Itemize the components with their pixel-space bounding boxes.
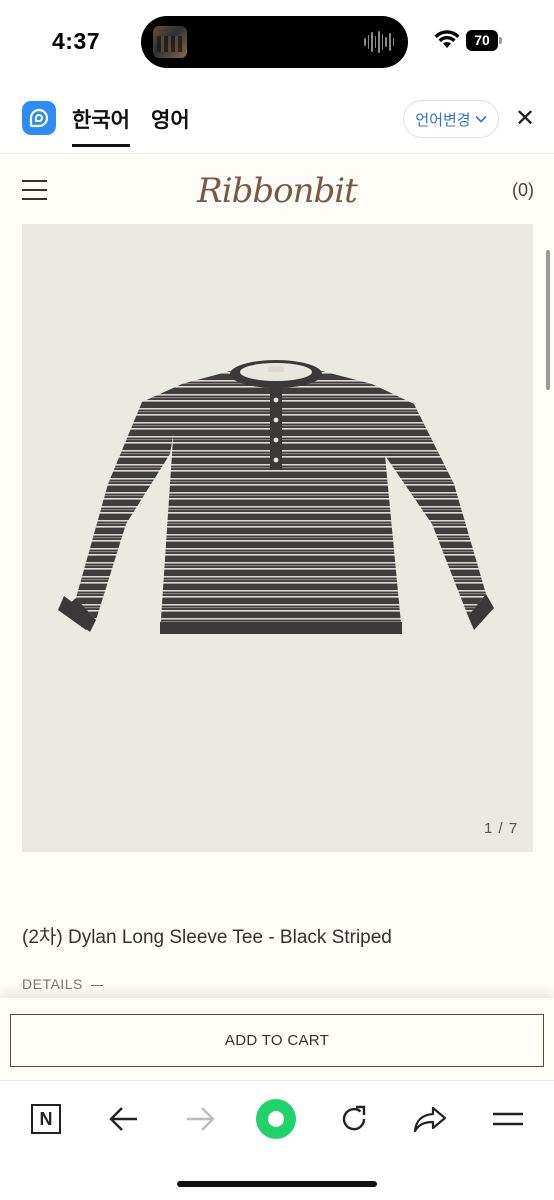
reload-icon [342,1105,366,1131]
chevron-down-icon [475,115,487,123]
status-bar: 4:37 70 [0,0,554,82]
striped-tee-image [58,360,494,634]
menu-icon [493,1112,523,1126]
papago-icon[interactable] [22,101,56,135]
battery-icon: 70 [466,30,502,51]
album-art-icon [153,26,187,58]
product-image[interactable]: 1 / 7 [22,224,533,852]
back-button[interactable] [104,1099,144,1139]
product-title: (2차) Dylan Long Sleeve Tee - Black Strip… [22,927,392,948]
image-counter: 1 / 7 [484,820,519,837]
green-dot-icon [256,1099,296,1139]
site-logo[interactable]: Ribbonbit [190,160,364,222]
forward-arrow-icon [187,1107,215,1131]
collapse-dash-icon [90,984,103,986]
translation-bar: 한국어 영어 언어변경 ✕ [0,82,554,154]
close-icon[interactable]: ✕ [512,106,538,132]
add-to-cart-button[interactable]: ADD TO CART [10,1014,544,1067]
naver-home-button[interactable]: N [26,1099,66,1139]
tab-english[interactable]: 영어 [151,104,190,134]
tab-korean[interactable]: 한국어 [72,104,130,147]
share-button[interactable] [410,1099,450,1139]
dynamic-island[interactable] [141,16,408,68]
menu-hamburger-icon[interactable] [22,180,47,202]
battery-level: 70 [466,30,498,51]
scrollbar[interactable] [546,250,550,390]
naver-icon: N [31,1104,61,1134]
change-language-button[interactable]: 언어변경 [403,100,499,138]
forward-button[interactable] [180,1099,220,1139]
cart-count[interactable]: (0) [512,180,534,201]
green-dot-button[interactable] [256,1099,296,1139]
browser-menu-button[interactable] [488,1099,528,1139]
home-indicator[interactable] [177,1181,377,1187]
share-icon [413,1106,447,1133]
change-language-label: 언어변경 [415,111,471,129]
reload-button[interactable] [334,1099,374,1139]
wifi-icon [434,30,460,48]
waveform-icon [364,30,395,54]
back-arrow-icon [109,1107,137,1131]
cart-bar: ADD TO CART [0,998,554,1080]
details-label: DETAILS [22,976,83,992]
clock: 4:37 [52,28,101,54]
details-toggle[interactable]: DETAILS [22,976,103,992]
